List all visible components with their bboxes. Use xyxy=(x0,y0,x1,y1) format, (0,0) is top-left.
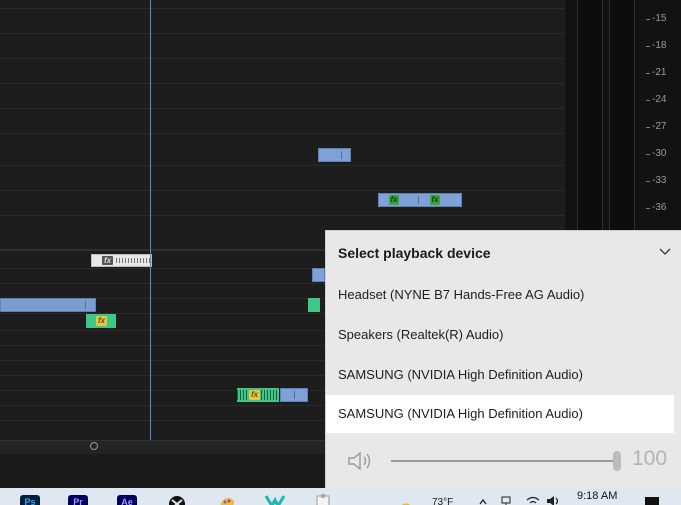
volume-value: 100 xyxy=(632,447,668,470)
meter-tick-label: -36 xyxy=(652,202,667,213)
meter-tick-mark xyxy=(646,73,650,74)
volume-slider-thumb[interactable] xyxy=(613,451,621,471)
track-divider xyxy=(0,108,565,109)
taskbar-clock[interactable]: 9:18 AM xyxy=(577,490,617,502)
volume-row: 100 xyxy=(326,441,681,481)
video-clip[interactable]: fx fx xyxy=(378,193,462,207)
video-clip[interactable] xyxy=(318,148,351,162)
after-effects-icon[interactable]: Ae xyxy=(117,495,137,505)
xbox-icon[interactable] xyxy=(166,495,188,505)
playhead[interactable] xyxy=(150,0,151,440)
photoshop-icon[interactable]: Ps xyxy=(20,495,40,505)
meter-tick-label: -24 xyxy=(652,94,667,105)
track-divider xyxy=(0,8,565,9)
weather-icon[interactable] xyxy=(399,496,413,505)
fx-badge-icon: fx xyxy=(430,195,440,205)
notification-center-icon[interactable] xyxy=(645,497,659,505)
clip-waveform xyxy=(116,258,150,263)
fx-badge-icon: fx xyxy=(102,256,113,265)
meter-tick-label: -33 xyxy=(652,175,667,186)
chevron-up-icon[interactable] xyxy=(478,497,488,505)
fx-badge-icon: fx xyxy=(249,390,260,400)
title-clip[interactable]: fx xyxy=(91,254,152,267)
wifi-icon[interactable] xyxy=(526,496,540,505)
device-option-speakers[interactable]: Speakers (Realtek(R) Audio) xyxy=(326,317,674,353)
track-divider xyxy=(0,133,565,134)
network-icon[interactable] xyxy=(500,496,512,505)
premiere-icon[interactable]: Pr xyxy=(68,495,88,505)
audio-clip[interactable]: fx xyxy=(237,388,279,402)
maya-icon[interactable] xyxy=(264,494,286,505)
fx-badge-icon: fx xyxy=(96,316,107,326)
track-divider xyxy=(0,83,565,84)
device-option-samsung-1[interactable]: SAMSUNG (NVIDIA High Definition Audio) xyxy=(326,357,674,393)
scroll-zoom-handle[interactable] xyxy=(90,442,98,450)
volume-tray-icon[interactable] xyxy=(546,496,562,505)
track-divider xyxy=(0,33,565,34)
meter-tick-mark xyxy=(646,181,650,182)
volume-slider[interactable] xyxy=(391,460,621,462)
audio-clip[interactable] xyxy=(308,298,320,312)
track-divider xyxy=(0,190,565,191)
meter-tick-mark xyxy=(646,19,650,20)
meter-tick-label: -27 xyxy=(652,121,667,132)
fx-badge-icon: fx xyxy=(389,195,399,205)
video-clip[interactable] xyxy=(0,298,96,312)
meter-tick-mark xyxy=(646,100,650,101)
playback-device-flyout: Select playback device Headset (NYNE B7 … xyxy=(325,230,681,488)
notepad-icon[interactable] xyxy=(312,494,334,505)
meter-tick-mark xyxy=(646,46,650,47)
audio-clip[interactable]: fx xyxy=(86,314,116,328)
flyout-title: Select playback device xyxy=(338,245,491,261)
speaker-volume-icon[interactable] xyxy=(346,449,376,473)
weather-temperature[interactable]: 73°F xyxy=(432,497,453,505)
meter-tick-mark xyxy=(646,208,650,209)
video-clip[interactable] xyxy=(312,268,325,282)
meter-tick-label: -18 xyxy=(652,40,667,51)
track-divider xyxy=(0,58,565,59)
track-divider xyxy=(0,215,565,216)
track-divider xyxy=(0,165,565,166)
meter-tick-mark xyxy=(646,154,650,155)
taskbar: Ps Pr Ae 73°F 9:18 AM xyxy=(0,488,681,505)
device-option-samsung-2[interactable]: SAMSUNG (NVIDIA High Definition Audio) xyxy=(326,395,674,433)
meter-channel-right xyxy=(609,0,635,240)
meter-tick-label: -15 xyxy=(652,13,667,24)
meter-tick-label: -21 xyxy=(652,67,667,78)
device-option-headset[interactable]: Headset (NYNE B7 Hands-Free AG Audio) xyxy=(326,277,674,313)
meter-tick-mark xyxy=(646,127,650,128)
meter-channel-left xyxy=(577,0,603,240)
audio-clip[interactable] xyxy=(280,388,308,402)
chevron-down-icon[interactable] xyxy=(657,244,673,260)
paint-icon[interactable] xyxy=(216,494,238,505)
meter-tick-label: -30 xyxy=(652,148,667,159)
